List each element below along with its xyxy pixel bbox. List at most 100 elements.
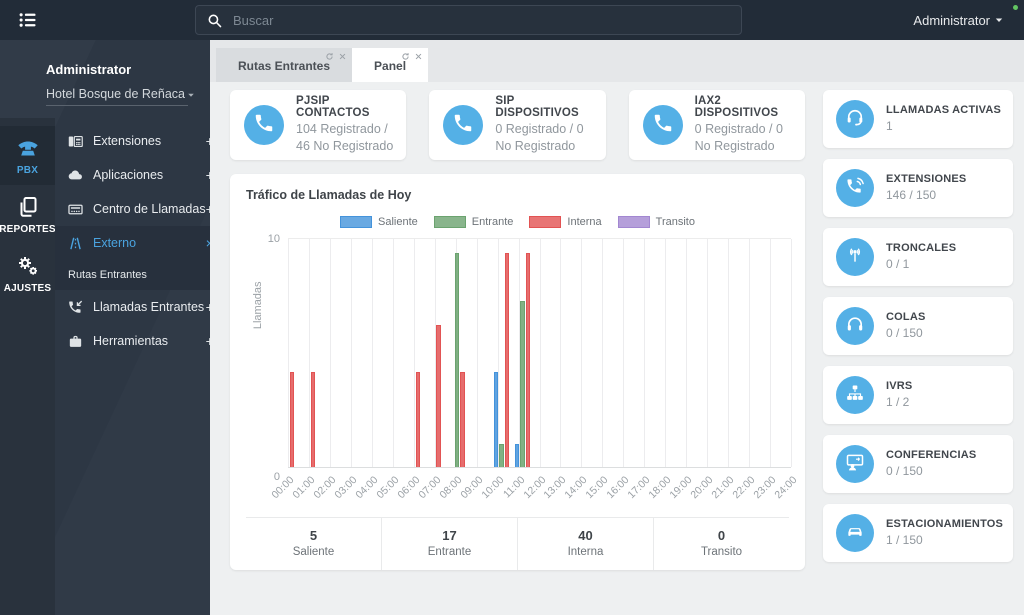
tools-icon (67, 333, 84, 350)
gridline (707, 239, 709, 468)
search-box[interactable] (195, 5, 742, 35)
road-icon (67, 235, 84, 252)
card-value: 1 (886, 118, 893, 133)
sidebar-item-label: Aplicaciones (93, 168, 164, 182)
sidebar-header: Administrator Hotel Bosque de Reñaca (0, 40, 210, 118)
legend-item-interna: Interna (529, 216, 602, 228)
total-label: Entrante (427, 546, 472, 558)
tenant-select-value: Hotel Bosque de Reñaca (46, 87, 185, 101)
bar-interna-08:00 (460, 372, 465, 468)
refresh-icon[interactable] (401, 51, 410, 60)
status-card-row: PJSIP CONTACTOS 104 Registrado / 46 No Re… (230, 90, 805, 160)
gridline (644, 239, 646, 468)
bar-entrante-11:00 (520, 300, 525, 468)
total-value: 5 (309, 528, 318, 543)
sidebar-item-centro-llamadas[interactable]: Centro de Llamadas+ (55, 192, 228, 226)
phone-icon (244, 105, 284, 145)
rail-item-ajustes[interactable]: AJUSTES (0, 244, 55, 303)
gridline (350, 239, 352, 468)
total-label: Saliente (292, 546, 335, 558)
phone-waves-icon (845, 176, 865, 201)
bar-interna-10:00 (504, 253, 510, 468)
search-input[interactable] (233, 12, 731, 28)
close-icon[interactable] (414, 51, 423, 60)
sidebar-user-title: Administrator (46, 62, 132, 77)
legend-label: Transito (655, 216, 695, 228)
tab-panel[interactable]: Panel (352, 48, 429, 82)
card-value: 0 / 150 (886, 463, 923, 478)
phone-waves-icon (836, 169, 874, 207)
gridline (581, 239, 583, 468)
summary-card-extensiones: EXTENSIONES 146 / 150 (823, 159, 1014, 217)
bar-saliente-11:00 (514, 443, 520, 468)
card-value: 104 Registrado / 46 No Registrado (296, 122, 394, 153)
bar-saliente-10:00 (493, 372, 499, 468)
gridline (791, 239, 792, 468)
gridline (560, 239, 562, 468)
card-title: COLAS (886, 310, 926, 323)
rail-item-pbx[interactable]: PBX (0, 126, 55, 185)
refresh-icon[interactable] (325, 51, 334, 60)
traffic-chart-panel: Tráfico de Llamadas de Hoy Saliente Entra… (230, 174, 805, 570)
list-icon (15, 13, 41, 35)
phone-icon (652, 112, 674, 139)
tab-bar: Rutas Entrantes Panel (210, 40, 1024, 82)
sidebar-item-label: Extensiones (93, 134, 162, 148)
sidebar-item-externo[interactable]: Externo× (55, 226, 228, 260)
bar-entrante-08:00 (454, 253, 460, 468)
tenant-select[interactable]: Hotel Bosque de Reñaca (46, 87, 194, 106)
legend-item-transito: Transito (617, 216, 695, 228)
legend-swatch-saliente (340, 216, 373, 228)
card-title: ESTACIONAMIENTOS (886, 517, 1004, 530)
phone-icon (443, 105, 484, 145)
gridline (392, 239, 394, 468)
close-icon[interactable] (338, 51, 347, 60)
desk-phone-icon (67, 133, 84, 150)
gridline (539, 239, 541, 468)
rail-item-reportes[interactable]: REPORTES (0, 185, 56, 244)
car-icon (845, 521, 865, 546)
y-tick-label: 10 (267, 233, 280, 245)
chevron-down-icon (992, 13, 1006, 27)
total-label: Interna (567, 546, 604, 558)
gridline (665, 239, 667, 468)
rail-item-label: PBX (16, 165, 39, 176)
sidebar-item-herramientas[interactable]: Herramientas+ (55, 324, 228, 358)
total-interna: 40 Interna (517, 518, 653, 570)
sidebar-expanded-group: Externo×Rutas Entrantes (55, 226, 228, 290)
tab-label: Panel (374, 59, 407, 73)
card-title: TRONCALES (886, 241, 957, 254)
legend-swatch-transito (617, 216, 650, 228)
chart-totals-row: 5 Saliente 17 Entrante 40 Interna 0 Transito (246, 517, 789, 570)
sidebar-subitem-rutas-entrantes[interactable]: Rutas Entrantes (55, 260, 228, 290)
car-icon (836, 514, 874, 552)
legend-label: Entrante (471, 216, 514, 228)
sidebar-item-llamadas-entrantes[interactable]: Llamadas Entrantes+ (55, 290, 228, 324)
tab-rutas-entrantes[interactable]: Rutas Entrantes (216, 48, 353, 82)
status-card-sip-dispositivos: SIP DISPOSITIVOS 0 Registrado / 0 No Regi… (429, 90, 606, 160)
main-content: Rutas Entrantes Panel PJSIP CONTACTOS 104 … (210, 40, 1024, 615)
conference-icon (836, 445, 874, 483)
card-value: 0 / 1 (886, 256, 910, 271)
sidebar-item-aplicaciones[interactable]: Aplicaciones+ (55, 158, 228, 192)
user-menu[interactable]: Administrator (913, 0, 1006, 40)
phone-icon (253, 112, 275, 139)
menu-toggle-button[interactable] (15, 9, 41, 31)
tab-controls (325, 51, 347, 60)
summary-card-ivrs: IVRS 1 / 2 (823, 366, 1014, 424)
total-entrante: 17 Entrante (381, 518, 517, 570)
total-label: Transito (700, 546, 743, 558)
call-center-icon (67, 201, 84, 218)
phone-icon (642, 105, 683, 145)
sidebar-item-extensiones[interactable]: Extensiones+ (55, 124, 228, 158)
legend-label: Interna (567, 216, 602, 228)
bar-interna-01:00 (310, 372, 316, 468)
gridline (623, 239, 625, 468)
sitemap-icon (836, 376, 874, 414)
gridline (371, 239, 373, 468)
rail-item-label: AJUSTES (3, 283, 52, 294)
sidebar-menu: Extensiones+Aplicaciones+Centro de Llama… (55, 118, 228, 615)
legend-label: Saliente (378, 216, 418, 228)
legend-swatch-interna (529, 216, 562, 228)
chart-plot-area: 10 0 (268, 233, 792, 483)
